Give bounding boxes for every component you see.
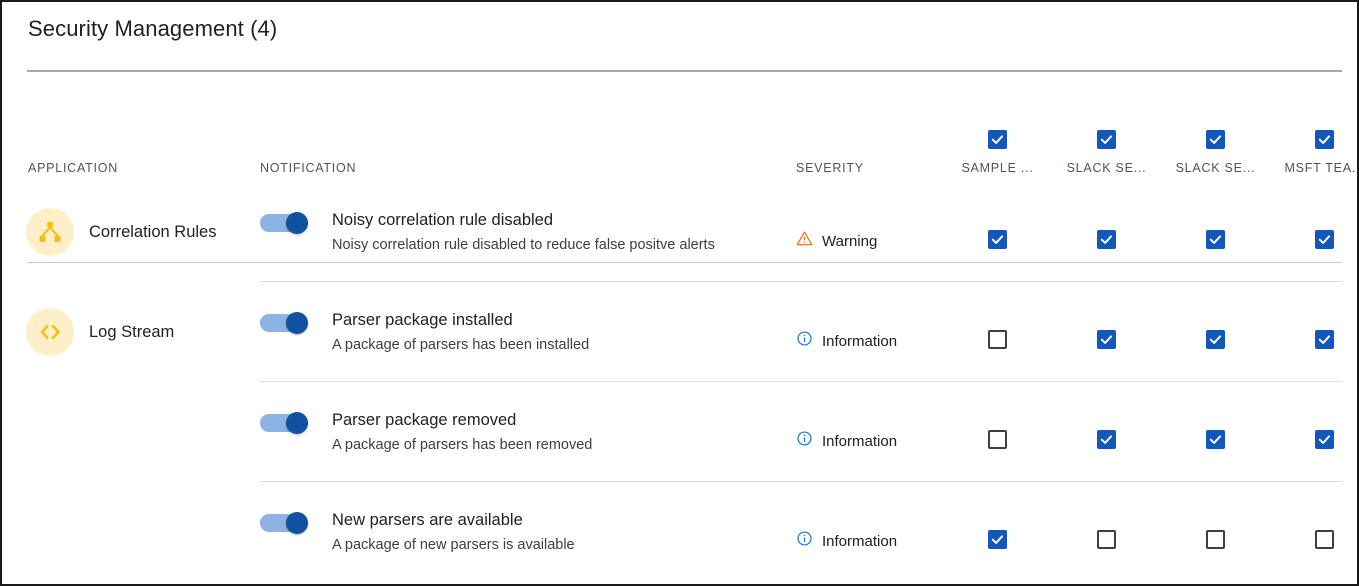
toggle-knob	[286, 212, 308, 234]
notification-description: Noisy correlation rule disabled to reduc…	[332, 237, 715, 253]
cell-channel-0	[943, 282, 1052, 349]
info-circle-icon	[796, 530, 813, 552]
header-cell-channel-0: SAMPLE ...	[943, 129, 1052, 183]
channel-checkbox[interactable]	[1315, 530, 1334, 549]
header-label-channel-2: SLACK SE...	[1175, 161, 1256, 174]
header-cell-channel-3: MSFT TEA...	[1270, 129, 1359, 183]
cell-channel-2	[1161, 382, 1270, 449]
info-circle-icon	[796, 430, 813, 452]
cell-severity: Information	[778, 382, 943, 452]
notification-toggle[interactable]	[260, 412, 312, 434]
cell-channel-1	[1052, 382, 1161, 449]
header-label-channel-0: SAMPLE ...	[961, 161, 1034, 174]
channel-checkbox[interactable]	[1097, 230, 1116, 249]
channel-checkbox[interactable]	[988, 230, 1007, 249]
warning-triangle-icon	[796, 230, 813, 252]
severity-label: Information	[822, 332, 898, 350]
channel-checkbox[interactable]	[988, 530, 1007, 549]
toggle-knob	[286, 412, 308, 434]
header-cell-channel-1: SLACK SE...	[1052, 129, 1161, 183]
channel-checkbox[interactable]	[1097, 330, 1116, 349]
notification-title: Parser package installed	[332, 311, 513, 329]
notification-description: A package of new parsers is available	[332, 537, 575, 553]
channel-checkbox[interactable]	[1206, 230, 1225, 249]
header-label-channel-1: SLACK SE...	[1066, 161, 1147, 174]
channel-checkbox[interactable]	[1315, 230, 1334, 249]
header-label-channel-3: MSFT TEA...	[1284, 161, 1359, 174]
channel-checkbox[interactable]	[1097, 530, 1116, 549]
channel-checkbox[interactable]	[988, 430, 1007, 449]
header-label-severity: SEVERITY	[796, 160, 864, 175]
cell-channel-3	[1270, 182, 1357, 249]
select-all-checkbox-0[interactable]	[988, 129, 1007, 149]
cell-channel-0	[943, 182, 1052, 249]
table-row: Log Stream Parser package installed A pa…	[2, 282, 1357, 382]
cell-channel-1	[1052, 282, 1161, 349]
notification-description: A package of parsers has been installed	[332, 337, 590, 353]
cell-severity: Information	[778, 482, 943, 552]
cell-channel-2	[1161, 282, 1270, 349]
notification-toggle[interactable]	[260, 212, 312, 234]
header-cell-notification: NOTIFICATION	[260, 160, 778, 183]
application-name: Log Stream	[89, 322, 175, 341]
channel-checkbox[interactable]	[1206, 330, 1225, 349]
cell-severity: Warning	[778, 182, 943, 252]
cell-notification: Parser package installed A package of pa…	[260, 282, 778, 356]
toggle-knob	[286, 312, 308, 334]
application-name: Correlation Rules	[89, 222, 217, 241]
hierarchy-icon	[26, 208, 74, 256]
cell-channel-1	[1052, 482, 1161, 549]
title-divider	[27, 70, 1342, 72]
header-label-notification: NOTIFICATION	[260, 160, 357, 175]
notification-title: Noisy correlation rule disabled	[332, 211, 554, 229]
header-cell-severity: SEVERITY	[778, 160, 943, 183]
select-all-checkbox-2[interactable]	[1206, 129, 1225, 149]
cell-notification: New parsers are available A package of n…	[260, 482, 778, 556]
cell-application: Log Stream	[2, 282, 260, 356]
header-label-application: APPLICATION	[28, 160, 118, 175]
cell-channel-3	[1270, 382, 1357, 449]
notification-title: Parser package removed	[332, 411, 517, 429]
cell-channel-3	[1270, 282, 1357, 349]
table-row: Parser package removed A package of pars…	[2, 382, 1357, 482]
security-management-panel: Security Management (4) APPLICATION NOTI…	[0, 0, 1359, 586]
notification-toggle[interactable]	[260, 312, 312, 334]
notification-description: A package of parsers has been removed	[332, 437, 593, 453]
channel-checkbox[interactable]	[1206, 430, 1225, 449]
channel-checkbox[interactable]	[988, 330, 1007, 349]
header-cell-channel-2: SLACK SE...	[1161, 129, 1270, 183]
select-all-checkbox-3[interactable]	[1315, 129, 1334, 149]
cell-notification: Noisy correlation rule disabled Noisy co…	[260, 182, 778, 256]
table-header-row: APPLICATION NOTIFICATION SEVERITY SAMPLE…	[2, 82, 1359, 183]
cell-channel-2	[1161, 482, 1270, 549]
channel-checkbox[interactable]	[1206, 530, 1225, 549]
cell-severity: Information	[778, 282, 943, 352]
cell-channel-2	[1161, 182, 1270, 249]
severity-label: Information	[822, 532, 898, 550]
notifications-table: APPLICATION NOTIFICATION SEVERITY SAMPLE…	[2, 82, 1359, 582]
channel-checkbox[interactable]	[1315, 330, 1334, 349]
cell-channel-0	[943, 382, 1052, 449]
channel-checkbox[interactable]	[1097, 430, 1116, 449]
cell-notification: Parser package removed A package of pars…	[260, 382, 778, 456]
severity-label: Information	[822, 432, 898, 450]
notification-title: New parsers are available	[332, 511, 523, 529]
channel-checkbox[interactable]	[1315, 430, 1334, 449]
severity-label: Warning	[822, 232, 878, 250]
info-circle-icon	[796, 330, 813, 352]
cell-channel-0	[943, 482, 1052, 549]
table-row: Correlation Rules Noisy correlation rule…	[2, 182, 1357, 282]
page-title: Security Management (4)	[28, 16, 278, 41]
header-cell-application: APPLICATION	[2, 160, 260, 183]
cell-channel-1	[1052, 182, 1161, 249]
table-row: New parsers are available A package of n…	[2, 482, 1357, 582]
notification-toggle[interactable]	[260, 512, 312, 534]
code-brackets-icon	[26, 308, 74, 356]
select-all-checkbox-1[interactable]	[1097, 129, 1116, 149]
cell-channel-3	[1270, 482, 1357, 549]
toggle-knob	[286, 512, 308, 534]
cell-application: Correlation Rules	[2, 182, 260, 256]
